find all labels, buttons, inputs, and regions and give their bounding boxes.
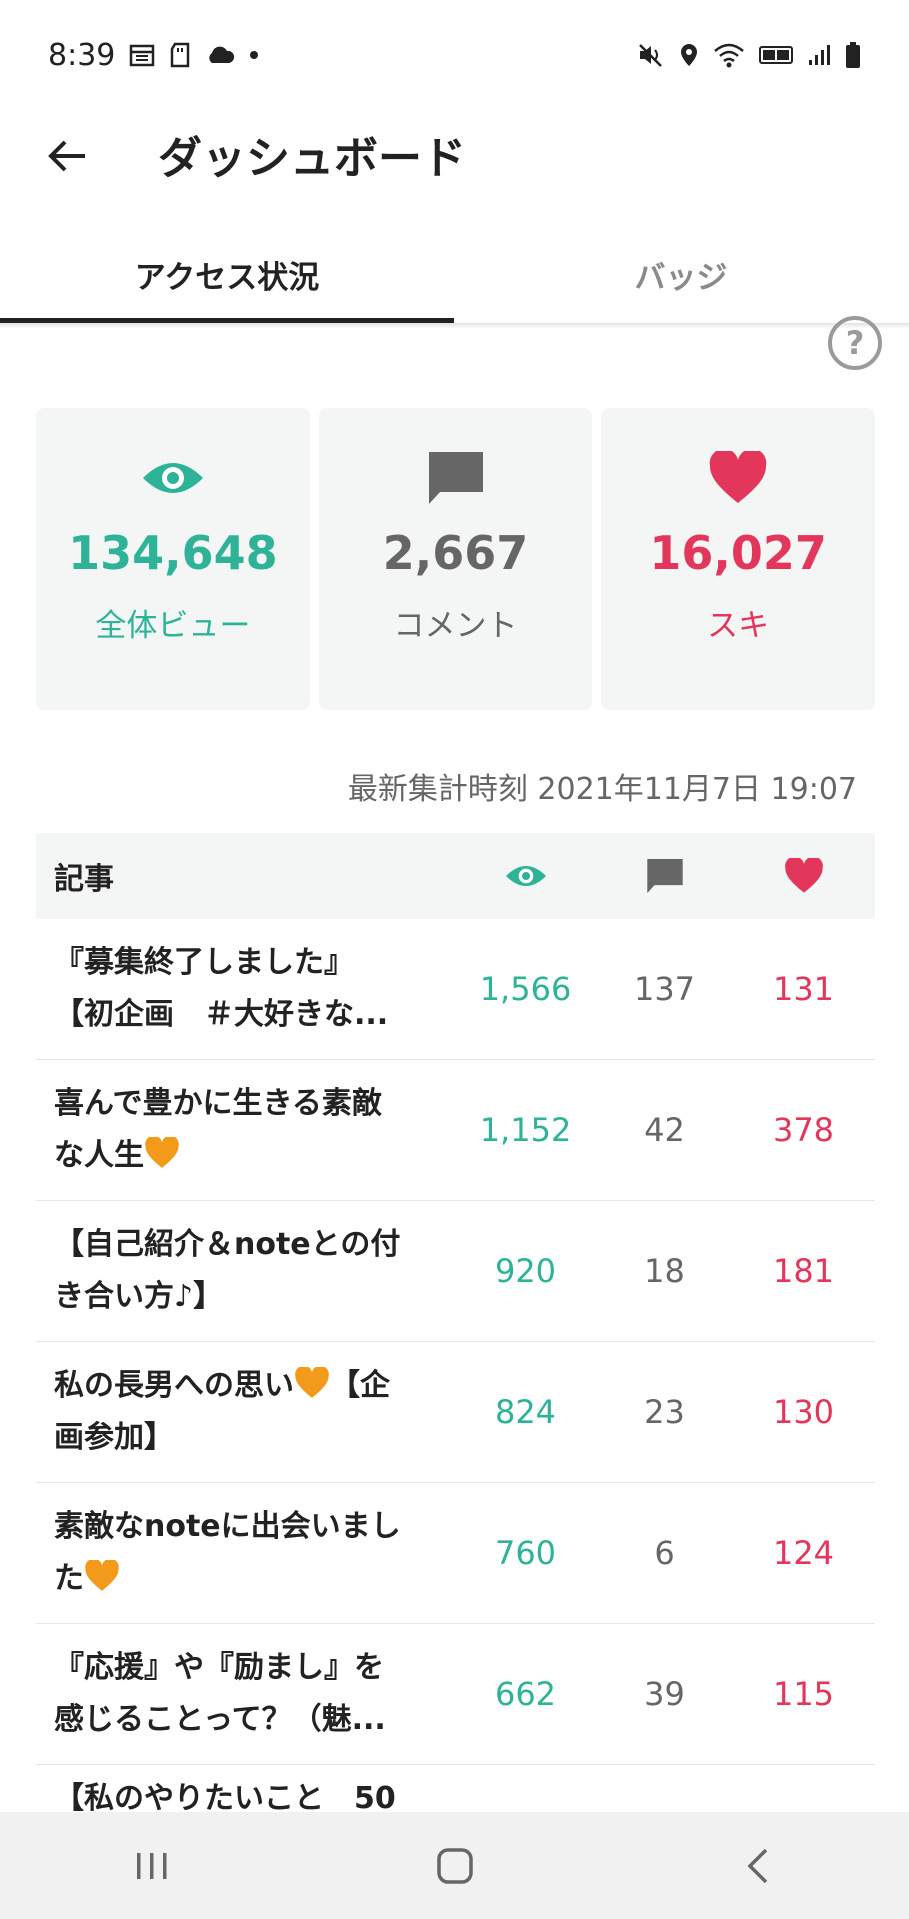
views-total-value: 134,648 [68,526,278,580]
comment-icon [426,448,486,508]
location-icon [679,42,699,68]
article-views: 662 [494,1675,557,1713]
status-time: 8:39 [48,37,116,73]
tab-bar: アクセス状況 バッジ [0,225,909,323]
table-row[interactable]: 私の長男への思い 【企 画参加】 824 23 130 [36,1342,875,1483]
recent-apps-button[interactable] [82,1826,222,1906]
column-header-likes[interactable] [734,858,873,894]
comments-total-label: コメント [393,608,518,644]
article-views: 920 [494,1252,557,1290]
article-likes: 181 [772,1252,835,1290]
article-comments: 6 [654,1534,675,1572]
article-title: 喜んで豊かに生きる素敵 な人生 [54,1086,382,1173]
article-comments: 18 [644,1252,685,1290]
article-views: 824 [494,1393,557,1431]
tabs-divider [0,323,909,329]
article-views: 1,566 [479,970,572,1008]
table-row[interactable]: 『募集終了しました』 【初企画 ＃大好きな... 1,566 137 131 [36,919,875,1060]
article-comments: 137 [633,970,696,1008]
svg-text:?: ? [846,324,865,362]
question-circle-icon: ? [828,316,882,370]
status-right [637,41,861,69]
stat-cards: 134,648 全体ビュー 2,667 コメント 16,027 スキ [36,408,876,710]
cloud-icon [205,45,235,65]
system-nav-bar [0,1812,909,1919]
help-button[interactable]: ? [826,314,884,372]
orange-heart-icon [145,1135,179,1168]
stat-card-views: 134,648 全体ビュー [36,408,310,710]
calendar-icon [129,43,155,67]
mute-icon [637,42,665,68]
table-row[interactable]: 喜んで豊かに生きる素敵 な人生 1,152 42 378 [36,1060,875,1201]
back-button[interactable] [40,128,96,184]
stat-card-likes: 16,027 スキ [601,408,876,710]
recent-apps-icon [136,1852,166,1879]
column-header-comments[interactable] [595,857,734,895]
notification-dot-icon [249,50,259,60]
status-left: 8:39 [48,38,259,73]
article-table: 記事 『募集終了しました』 【初企画 ＃大好きな... 1,566 137 13… [36,833,875,1825]
article-title: 『募集終了しました』 【初企画 ＃大好きな... [54,945,389,1032]
sd-card-icon [169,42,191,68]
likes-total-label: スキ [707,608,770,644]
tab-badges[interactable]: バッジ [454,225,908,323]
page-title: ダッシュボード [158,133,466,184]
home-icon [436,1847,473,1884]
last-updated-text: 最新集計時刻 2021年11月7日 19:07 [347,772,857,807]
volte-icon [759,46,793,64]
article-views: 1,152 [479,1111,572,1149]
wifi-icon [713,42,745,68]
eye-icon [505,866,546,886]
comment-icon [646,858,683,894]
article-title: 『応援』や『励まし』を 感じることって？（魅... [54,1650,386,1737]
article-comments: 23 [644,1393,685,1431]
article-likes: 124 [772,1534,835,1572]
article-likes: 130 [772,1393,835,1431]
table-row[interactable]: 素敵なnoteに出会いまし た 760 6 124 [36,1483,875,1624]
views-total-label: 全体ビュー [95,608,251,644]
system-back-button[interactable] [688,1826,828,1906]
article-title: 【自己紹介＆noteとの付 き合い方♪】 [54,1227,401,1314]
orange-heart-icon [295,1365,329,1398]
article-title: 私の長男への思い 【企 画参加】 [36,1360,456,1464]
likes-total-value: 16,027 [649,526,827,580]
orange-heart-icon [85,1558,119,1591]
column-header-article: 記事 [54,862,114,897]
article-views: 760 [494,1534,557,1572]
eye-icon [140,448,206,508]
arrow-left-icon [48,140,85,172]
comments-total-value: 2,667 [382,526,529,580]
table-row[interactable]: 【自己紹介＆noteとの付 き合い方♪】 920 18 181 [36,1201,875,1342]
article-likes: 378 [772,1111,835,1149]
article-comments: 39 [644,1675,685,1713]
heart-icon [708,448,768,508]
chevron-left-icon [747,1848,767,1883]
header: ダッシュボード [0,110,909,200]
tab-access-status[interactable]: アクセス状況 [0,225,454,323]
table-header: 記事 [36,833,875,919]
column-header-views[interactable] [456,861,595,891]
battery-icon [845,41,861,69]
heart-icon [784,858,823,893]
status-bar: 8:39 [0,0,909,110]
article-title: 素敵なnoteに出会いまし た [54,1509,401,1596]
article-likes: 115 [772,1675,835,1713]
home-button[interactable] [385,1826,525,1906]
stat-card-comments: 2,667 コメント [318,408,593,710]
article-comments: 42 [644,1111,685,1149]
signal-icon [807,43,831,67]
article-likes: 131 [772,970,835,1008]
table-row[interactable]: 『応援』や『励まし』を 感じることって？（魅... 662 39 115 [36,1624,875,1765]
